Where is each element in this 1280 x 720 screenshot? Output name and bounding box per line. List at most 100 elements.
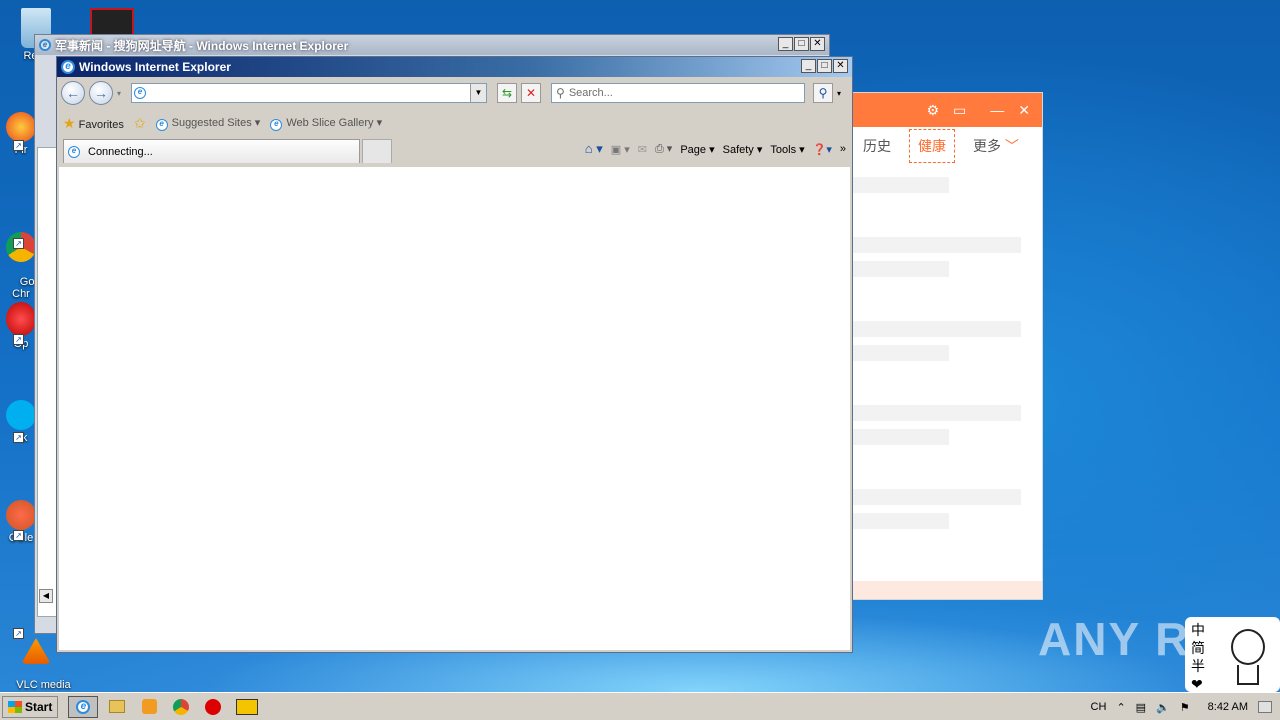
show-hidden-icons-icon[interactable]: ⌃ (1116, 701, 1125, 714)
language-indicator[interactable]: CH (1091, 701, 1107, 713)
settings-icon[interactable]: ⚙ (926, 102, 939, 119)
start-button[interactable]: Start (2, 695, 59, 718)
side-app-footer (853, 581, 1042, 599)
suggested-sites-label: Suggested Sites (171, 116, 252, 129)
address-dropdown-button[interactable]: ▼ (470, 84, 487, 102)
chrome-icon (173, 698, 190, 715)
media-player-icon (141, 699, 157, 714)
ime-char: 中 (1191, 622, 1205, 638)
maximize-button[interactable]: □ (794, 37, 809, 51)
feedback-icon[interactable]: ▭ (953, 102, 966, 119)
skype-icon (6, 400, 36, 430)
placeholder-line (853, 261, 949, 277)
ie-icon: e (76, 699, 91, 714)
safety-menu-label: Safety (722, 143, 754, 156)
page-content-area[interactable] (59, 167, 850, 650)
tools-menu[interactable]: Tools ▾ (770, 143, 804, 156)
taskbar-sogou[interactable] (232, 696, 262, 718)
minimize-icon[interactable]: — (990, 102, 1004, 118)
chevron-down-icon: ﹀ (1004, 138, 1019, 154)
shortcut-arrow-icon: ↗ (13, 238, 24, 249)
system-tray: CH ⌃ ▤ 🔈 ⚑ 8:42 AM (1091, 696, 1280, 718)
close-icon[interactable]: ✕ (1018, 102, 1030, 119)
network-icon[interactable]: ▤ (1136, 701, 1146, 714)
suggested-sites-button[interactable]: e Suggested Sites ▾ (155, 116, 260, 131)
search-options-dropdown[interactable]: ▾ (837, 89, 841, 98)
tab-health[interactable]: 健康 (909, 129, 955, 163)
tab-more-label: 更多 (973, 138, 1001, 154)
ie-icon: e (68, 145, 80, 158)
desktop-icon-chrome[interactable]: Go Chr (4, 208, 38, 312)
back-window-titlebar[interactable]: e 军事新闻 - 搜狗网址导航 - Windows Internet Explo… (35, 35, 829, 55)
page-icon: e (134, 87, 147, 99)
tab-history[interactable]: 历史 (863, 136, 891, 156)
side-app-header: ⚙ ▭ — ✕ (853, 93, 1042, 127)
search-placeholder: Search... (568, 87, 613, 99)
taskbar-opera[interactable] (200, 696, 226, 718)
action-center-flag-icon[interactable]: ⚑ (1180, 701, 1190, 714)
firefox-icon (6, 112, 36, 142)
search-button[interactable]: ⚲ (813, 83, 834, 103)
print-icon[interactable]: ⎙ ▾ (655, 142, 672, 156)
command-bar: ⌂ ▾ ▣ ▾ ✉ ⎙ ▾ Page ▾ Safety ▾ Tools ▾ ❓▾… (585, 141, 846, 157)
taskbar-explorer[interactable] (104, 696, 130, 718)
web-slice-gallery-button[interactable]: e Web Slice Gallery ▾ (270, 116, 382, 131)
tab-title: Connecting... (88, 145, 153, 158)
placeholder-line (853, 321, 1021, 337)
favorites-button[interactable]: ★ Favorites (63, 115, 124, 132)
opera-icon (205, 698, 222, 715)
new-tab-button[interactable] (362, 139, 392, 163)
help-icon[interactable]: ❓▾ (813, 143, 832, 156)
scroll-left-button[interactable]: ◀ (39, 589, 53, 603)
volume-icon[interactable]: 🔈 (1156, 701, 1170, 714)
ie-titlebar[interactable]: e Windows Internet Explorer (57, 57, 852, 77)
tools-menu-label: Tools (770, 143, 797, 156)
shortcut-arrow-icon: ↗ (13, 530, 24, 541)
taskbar-ie[interactable]: e (68, 695, 99, 718)
maximize-button[interactable]: □ (817, 59, 832, 73)
show-desktop-button[interactable] (1258, 701, 1272, 713)
search-icon: ⚲ (556, 86, 565, 100)
recent-pages-dropdown[interactable]: ▾ (117, 89, 121, 98)
safety-menu[interactable]: Safety ▾ (723, 143, 763, 156)
page-menu-label: Page (680, 143, 707, 156)
placeholder-line (853, 345, 949, 361)
stop-button[interactable]: ✕ (521, 83, 542, 103)
tab-and-command-row: e Connecting... ⌂ ▾ ▣ ▾ ✉ ⎙ ▾ Page ▾ Saf… (57, 137, 852, 163)
feeds-icon[interactable]: ▣ ▾ (611, 143, 630, 156)
home-icon[interactable]: ⌂ ▾ (585, 141, 603, 157)
opera-icon (6, 302, 36, 336)
minimize-button[interactable]: _ (778, 37, 793, 51)
ie-window: e Windows Internet Explorer _ □ ✕ ← → ▾ … (56, 56, 853, 653)
minimize-button[interactable]: _ (801, 59, 816, 73)
taskbar-chrome[interactable] (168, 696, 194, 718)
close-button[interactable]: ✕ (833, 59, 848, 73)
back-button[interactable]: ← (61, 81, 85, 105)
clock[interactable]: 8:42 AM (1208, 701, 1248, 713)
taskbar: Start e CH ⌃ ▤ 🔈 ⚑ 8:42 AM (0, 692, 1280, 720)
tab-more[interactable]: 更多 ﹀ (973, 136, 1019, 156)
search-box[interactable]: ⚲ Search... (551, 83, 806, 103)
start-label: Start (25, 699, 53, 714)
pdf-app-icon[interactable] (90, 8, 134, 36)
favorites-label: Favorites (78, 118, 124, 131)
shortcut-arrow-icon: ↗ (13, 334, 24, 345)
folder-icon (109, 700, 126, 713)
read-mail-icon[interactable]: ✉ (638, 143, 647, 156)
forward-button[interactable]: → (89, 81, 113, 105)
address-bar[interactable]: e ▼ (131, 83, 488, 103)
ime-char: 简 (1191, 640, 1205, 656)
chevron-right-icon[interactable]: » (840, 143, 846, 155)
ime-mode-chars: 中 简 半 ❤ (1191, 621, 1205, 693)
page-menu[interactable]: Page ▾ (680, 143, 714, 156)
taskbar-media-player[interactable] (136, 696, 162, 718)
browser-tab[interactable]: e Connecting... (63, 139, 360, 163)
refresh-button[interactable]: ⇆ (497, 83, 518, 103)
close-button[interactable]: ✕ (810, 37, 825, 51)
add-to-favorites-icon[interactable]: ✩ (134, 115, 146, 132)
ime-toolbar[interactable]: 中 简 半 ❤ (1185, 617, 1280, 692)
ie-icon: e (155, 118, 168, 131)
web-slice-gallery-label: Web Slice Gallery (286, 116, 374, 129)
placeholder-line (853, 237, 1021, 253)
vlc-icon (21, 638, 51, 664)
